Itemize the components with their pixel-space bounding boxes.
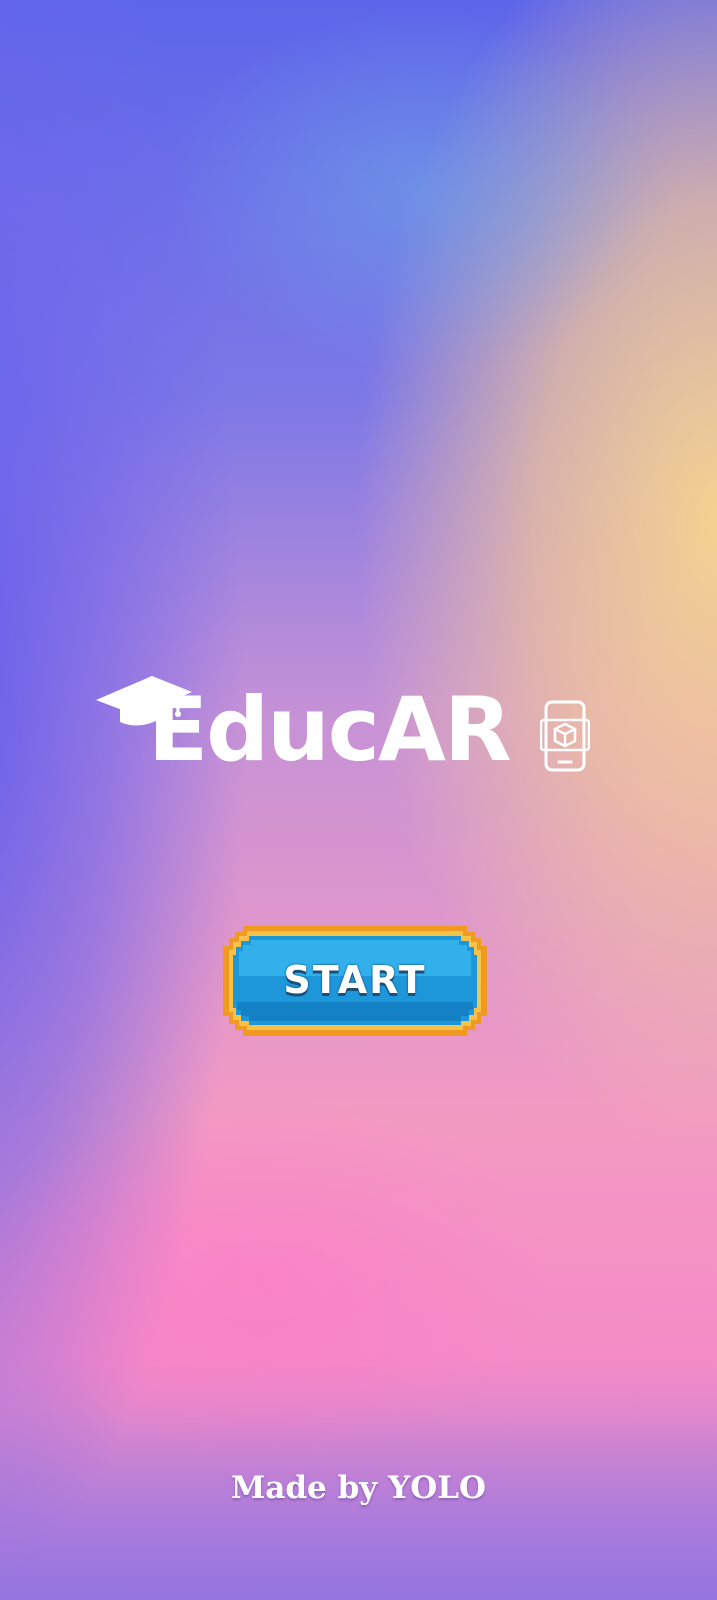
credits-text: Made by YOLO xyxy=(230,1470,486,1506)
app-title: EducAR xyxy=(148,678,512,781)
start-button[interactable]: START xyxy=(219,926,491,1038)
ar-phone-cube-icon xyxy=(540,700,590,772)
start-button-label: START xyxy=(283,958,427,1002)
app-logo: EducAR xyxy=(94,670,604,790)
background-fade-bottom xyxy=(0,0,717,1600)
splash-screen: EducAR START Made by YOLO xyxy=(0,0,717,1600)
